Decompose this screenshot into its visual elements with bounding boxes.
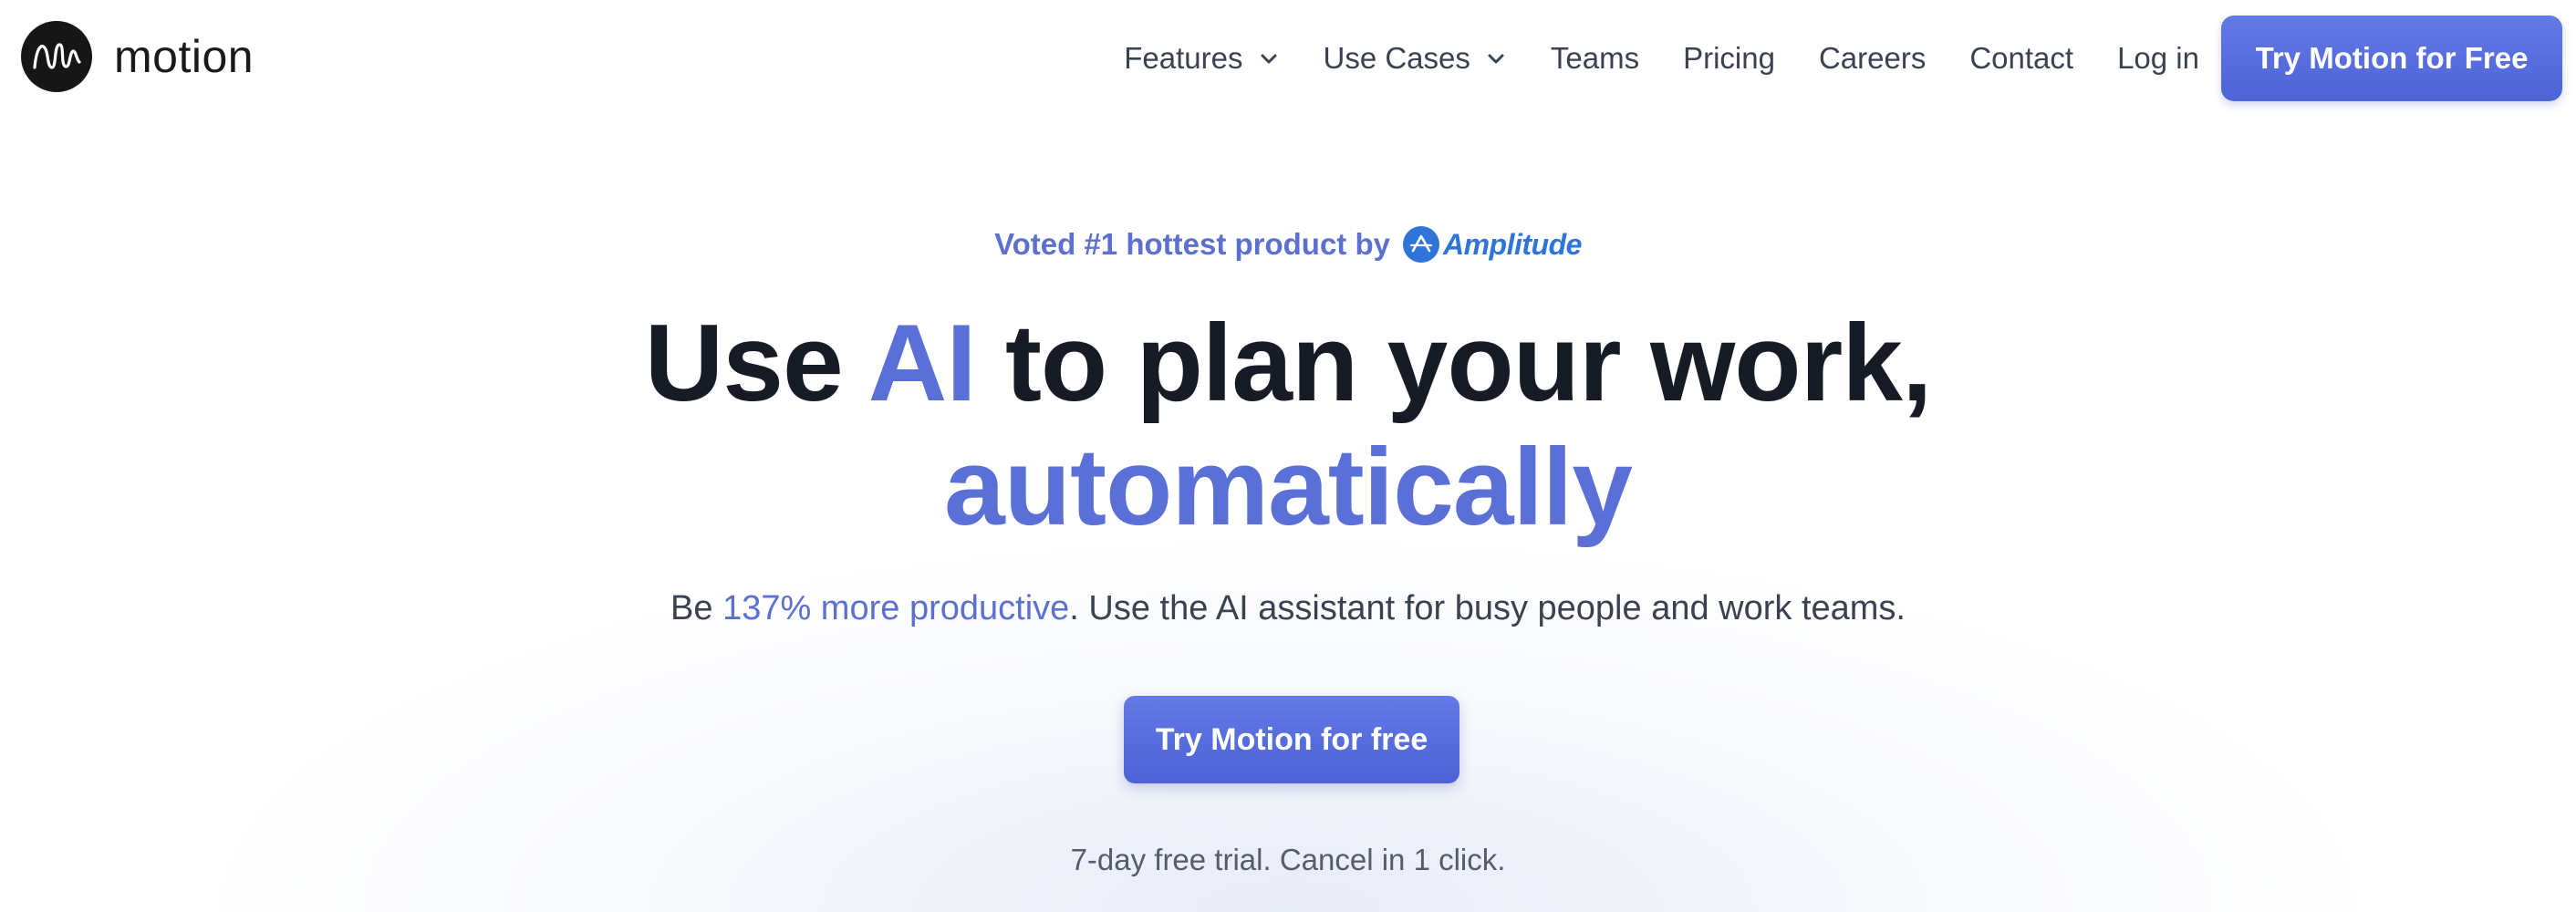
trial-note: 7-day free trial. Cancel in 1 click. [1070, 843, 1506, 876]
hero-section: Voted #1 hottest product by Amplitude Us… [0, 0, 2576, 912]
headline-part1: Use [644, 302, 868, 424]
headline-line2: automatically [944, 426, 1633, 548]
voted-banner: Voted #1 hottest product by Amplitude [0, 226, 2576, 263]
subtitle-highlight: 137% more productive [722, 589, 1070, 627]
headline-accent: AI [867, 302, 977, 424]
hero-try-free-button[interactable]: Try Motion for free [1124, 696, 1459, 783]
amplitude-logo: Amplitude [1402, 226, 1582, 263]
headline-part2: to plan your work, [975, 302, 1932, 424]
hero-subtitle: Be 137% more productive. Use the AI assi… [0, 589, 2576, 628]
amplitude-brand: Amplitude [1442, 227, 1582, 261]
hero-headline: Use AI to plan your work, automatically [0, 301, 2576, 549]
voted-text: Voted #1 hottest product by [994, 227, 1390, 261]
amplitude-logo-icon [1402, 226, 1439, 263]
subtitle-suffix: . Use the AI assistant for busy people a… [1069, 589, 1906, 627]
subtitle-prefix: Be [670, 589, 723, 627]
